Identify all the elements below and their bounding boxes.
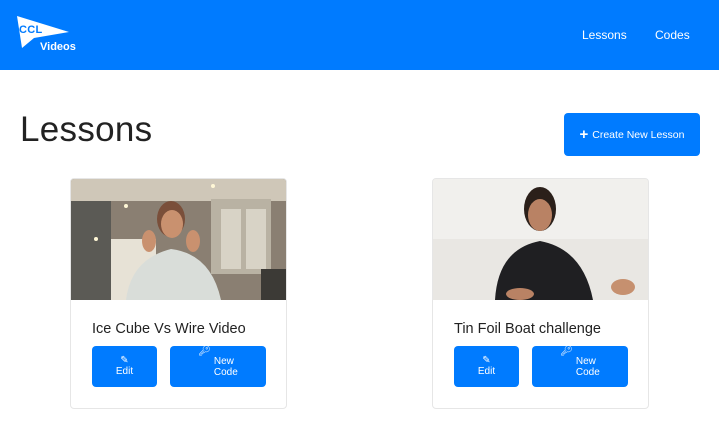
nav-link-codes[interactable]: Codes [655,28,690,42]
brand-logo[interactable]: CCL Videos [14,14,86,58]
logo-text-ccl: CCL [19,24,43,36]
video-thumbnail-icon [433,179,648,300]
plus-icon: + [579,126,589,143]
key-icon: 🔑︎ [198,346,211,357]
key-icon: 🔑︎ [560,346,573,357]
create-new-lesson-label: Create New Lesson [592,128,685,141]
video-thumbnail[interactable] [71,179,286,300]
edit-button[interactable]: ✎ Edit [454,346,519,387]
edit-label: Edit [115,366,134,377]
lesson-title: Ice Cube Vs Wire Video [92,321,246,337]
edit-icon: ✎ [482,355,491,366]
new-code-label-line2: Code [213,366,238,378]
edit-icon: ✎ [120,355,129,366]
edit-button[interactable]: ✎ Edit [92,346,157,387]
video-thumbnail[interactable] [433,179,648,300]
logo-text-videos: Videos [40,41,76,53]
lesson-card: Tin Foil Boat challenge ✎ Edit 🔑︎ New Co… [432,178,649,409]
new-code-label-line2: Code [575,366,600,378]
nav-link-lessons[interactable]: Lessons [582,28,627,42]
navbar: CCL Videos Lessons Codes [0,0,719,70]
new-code-label-line1: New [213,355,234,367]
video-thumbnail-icon [71,179,286,300]
lesson-card: Ice Cube Vs Wire Video ✎ Edit 🔑︎ New Cod… [70,178,287,409]
new-code-button[interactable]: 🔑︎ New Code [170,346,266,387]
create-new-lesson-button[interactable]: + Create New Lesson [564,113,700,156]
new-code-label-line1: New [575,355,596,367]
new-code-button[interactable]: 🔑︎ New Code [532,346,628,387]
page-title: Lessons [20,110,153,149]
lesson-title: Tin Foil Boat challenge [454,321,601,337]
edit-label: Edit [477,366,496,377]
